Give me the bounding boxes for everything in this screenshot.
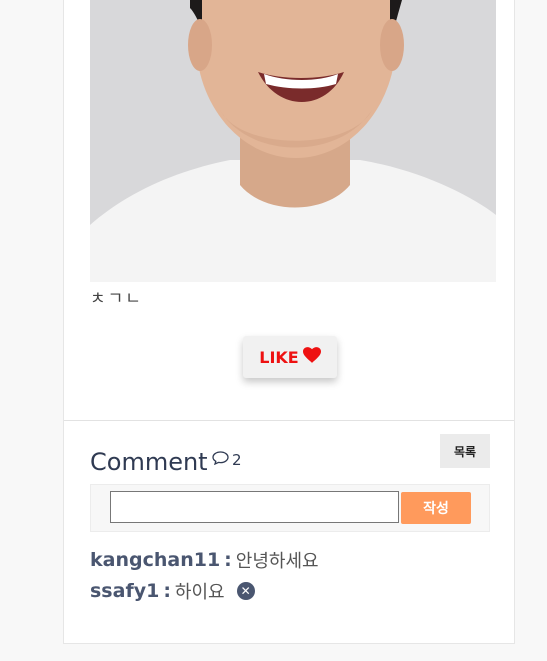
comment-text: 하이요	[174, 582, 225, 603]
delete-comment-icon[interactable]: ✕	[236, 582, 255, 600]
heart-icon	[302, 347, 321, 367]
section-divider	[64, 420, 514, 421]
comment-author: kangchan11	[90, 549, 221, 571]
comment-separator: :	[224, 549, 232, 571]
comment-form: 작성	[90, 484, 490, 532]
comment-count-value: 2	[232, 451, 242, 469]
comment-separator: :	[163, 580, 171, 602]
like-button[interactable]: LIKE	[243, 336, 337, 378]
post-body-text: ㅊㄱㄴ	[90, 289, 143, 309]
list-button[interactable]: 목록	[440, 434, 490, 468]
post-card: ㅊㄱㄴ LIKE 목록 Comment 2 작성 kangchan11 : 안녕…	[63, 0, 515, 644]
submit-comment-button[interactable]: 작성	[401, 492, 471, 524]
comment-item: kangchan11 : 안녕하세요	[90, 547, 319, 573]
portrait-illustration	[90, 0, 496, 282]
speech-bubble-icon	[212, 451, 229, 469]
like-label: LIKE	[259, 347, 299, 367]
post-image	[90, 0, 496, 282]
comment-input[interactable]	[110, 491, 399, 523]
comment-item: ssafy1 : 하이요 ✕	[90, 578, 255, 604]
comment-count: 2	[212, 451, 242, 469]
comment-author: ssafy1	[90, 580, 160, 602]
comment-title: Comment	[90, 448, 208, 476]
comment-text: 안녕하세요	[235, 551, 319, 572]
